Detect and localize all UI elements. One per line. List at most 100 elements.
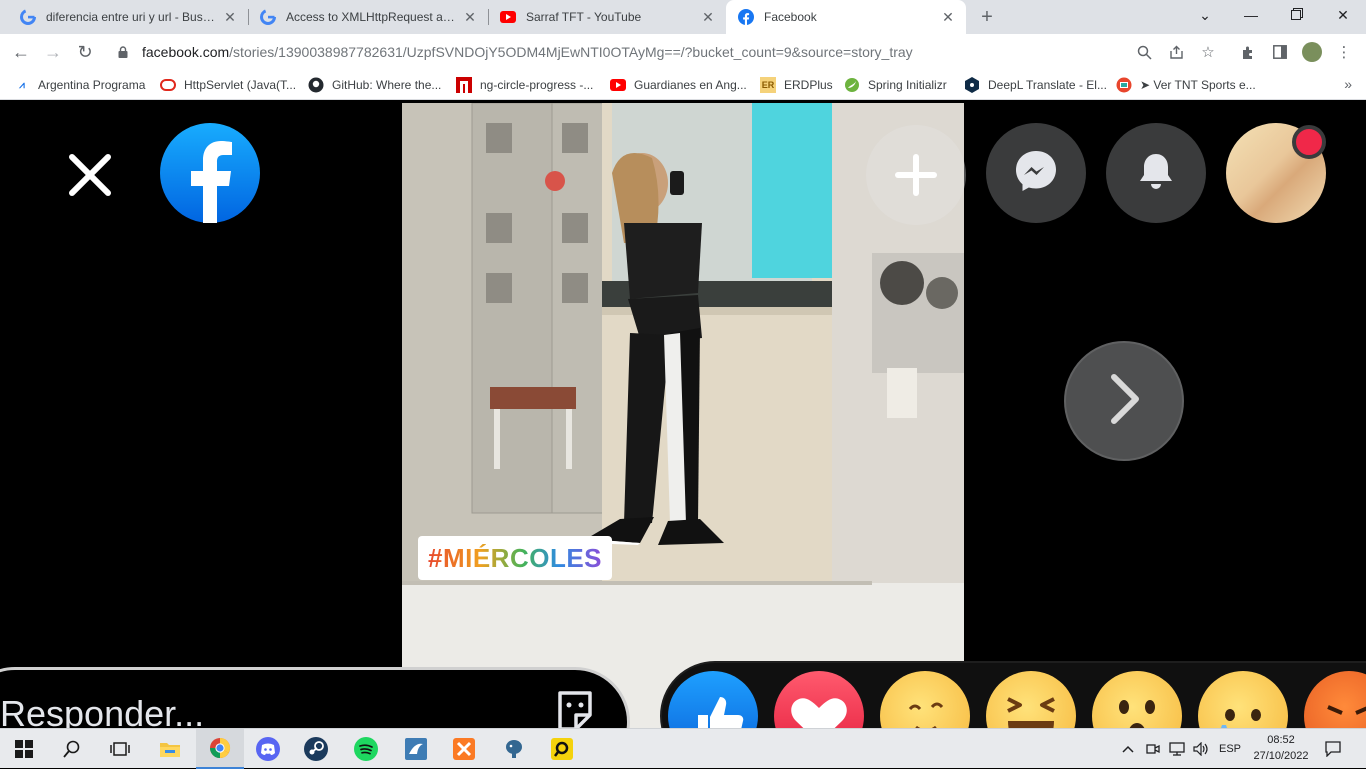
url-path: /stories/1390038987782631/UzpfSVNDOjY5OD…	[229, 44, 913, 60]
extensions-icon[interactable]	[1238, 42, 1258, 62]
oracle-icon	[160, 77, 176, 93]
youtube-icon	[610, 77, 626, 93]
sticker-icon[interactable]	[552, 687, 598, 728]
windows-start-icon[interactable]	[0, 729, 48, 769]
github-icon	[308, 77, 324, 93]
haha-reaction-icon[interactable]	[986, 671, 1076, 728]
tab-facebook[interactable]: Facebook ✕	[726, 0, 966, 34]
steam-icon[interactable]	[292, 729, 340, 769]
sad-reaction-icon[interactable]	[1198, 671, 1288, 728]
address-bar[interactable]: facebook.com /stories/1390038987782631/U…	[106, 38, 1230, 66]
tab-youtube[interactable]: Sarraf TFT - YouTube ✕	[488, 0, 726, 34]
new-tab-button[interactable]: +	[976, 6, 998, 28]
bookmark-ng-circle-progress[interactable]: ng-circle-progress -...	[456, 76, 593, 94]
minimize-icon[interactable]: —	[1228, 0, 1274, 30]
add-story-button[interactable]	[866, 125, 966, 225]
tab-search-icon[interactable]: ⌄	[1182, 0, 1228, 30]
bookmark-github[interactable]: GitHub: Where the...	[308, 76, 441, 94]
bookmarks-bar: ⩘ Argentina Programa HttpServlet (Java(T…	[0, 70, 1366, 100]
network-icon[interactable]	[1166, 729, 1188, 769]
reload-icon[interactable]: ↻	[74, 41, 96, 63]
discord-icon[interactable]	[244, 729, 292, 769]
bookmark-httpservlet[interactable]: HttpServlet (Java(T...	[160, 76, 296, 94]
bookmark-label: ng-circle-progress -...	[480, 78, 594, 92]
story-viewer: #MIÉRCOLES Responder...	[0, 103, 1366, 728]
close-tab-icon[interactable]: ✕	[462, 9, 478, 25]
next-story-button[interactable]	[1064, 341, 1184, 461]
messenger-button[interactable]	[986, 123, 1086, 223]
love-reaction-icon[interactable]	[774, 671, 864, 728]
close-tab-icon[interactable]: ✕	[700, 9, 716, 25]
file-explorer-icon[interactable]	[146, 729, 194, 769]
share-icon[interactable]	[1166, 42, 1186, 62]
tab-title: diferencia entre uri y url - Buscar	[46, 10, 216, 24]
notification-center-icon[interactable]	[1318, 729, 1348, 769]
xampp-icon[interactable]	[440, 729, 488, 769]
bookmark-label: HttpServlet (Java(T...	[184, 78, 297, 92]
notifications-button[interactable]	[1106, 123, 1206, 223]
facebook-logo-icon[interactable]	[160, 123, 260, 223]
care-reaction-icon[interactable]	[880, 671, 970, 728]
forward-arrow-icon[interactable]: →	[42, 41, 64, 63]
like-reaction-icon[interactable]	[668, 671, 758, 728]
messenger-icon	[1013, 148, 1059, 199]
bookmark-label: ERDPlus	[784, 78, 833, 92]
wow-reaction-icon[interactable]	[1092, 671, 1182, 728]
profile-avatar-icon[interactable]	[1302, 42, 1322, 62]
youtube-icon	[500, 9, 516, 25]
bookmark-guardianes[interactable]: Guardianes en Ang...	[610, 76, 747, 94]
clock-date: 27/10/2022	[1253, 750, 1309, 762]
bookmark-star-icon[interactable]: ☆	[1198, 42, 1218, 62]
bookmark-spring-initializr[interactable]: Spring Initializr	[844, 76, 947, 94]
chrome-icon[interactable]	[196, 729, 244, 769]
deepl-icon	[964, 77, 980, 93]
menu-dots-icon[interactable]: ⋮	[1334, 42, 1354, 62]
bookmark-erdplus[interactable]: ER ERDPlus	[760, 76, 833, 94]
tab-title: Facebook	[764, 10, 817, 24]
bookmark-label: Guardianes en Ang...	[634, 78, 747, 92]
more-bookmarks-icon[interactable]: »	[1344, 76, 1352, 92]
mysql-workbench-icon[interactable]	[392, 729, 440, 769]
show-hidden-icons-chevron-icon[interactable]	[1118, 729, 1138, 769]
zoom-icon[interactable]	[1134, 42, 1154, 62]
tnt-sports-icon	[1116, 77, 1132, 93]
lock-icon[interactable]	[116, 46, 130, 58]
tab-search-uri-url[interactable]: diferencia entre uri y url - Buscar ✕	[8, 0, 248, 34]
google-icon	[260, 9, 276, 25]
close-window-icon[interactable]: ✕	[1320, 0, 1366, 30]
clock-time: 08:52	[1267, 734, 1295, 746]
hashtag-text: #MIÉRCOLES	[428, 542, 603, 573]
bookmark-deepl[interactable]: DeepL Translate - El...	[964, 76, 1107, 94]
pgadmin-icon[interactable]	[538, 729, 586, 769]
chevron-right-icon	[1104, 371, 1144, 432]
side-panel-icon[interactable]	[1270, 42, 1290, 62]
postgresql-icon[interactable]	[490, 729, 538, 769]
bell-icon	[1134, 149, 1178, 198]
restore-icon[interactable]	[1274, 0, 1320, 30]
tab-title: Access to XMLHttpRequest at 'ht	[286, 10, 456, 24]
bookmark-label: Argentina Programa	[38, 78, 146, 92]
angry-reaction-icon[interactable]	[1304, 671, 1366, 728]
system-clock[interactable]: 08:52 27/10/2022	[1248, 732, 1314, 764]
notification-badge	[1292, 125, 1326, 159]
back-arrow-icon[interactable]: ←	[10, 41, 32, 63]
chart-icon: ⩘	[19, 79, 25, 91]
close-story-icon[interactable]	[64, 149, 116, 201]
tab-title: Sarraf TFT - YouTube	[526, 10, 642, 24]
task-view-icon[interactable]	[96, 729, 144, 769]
tab-xmlhttprequest[interactable]: Access to XMLHttpRequest at 'ht ✕	[248, 0, 488, 34]
search-icon[interactable]	[48, 729, 96, 769]
spotify-icon[interactable]	[342, 729, 390, 769]
meet-now-icon[interactable]	[1142, 729, 1164, 769]
bookmark-tnt-sports[interactable]: ➤ Ver TNT Sports e...	[1116, 76, 1256, 94]
close-tab-icon[interactable]: ✕	[940, 9, 956, 25]
bookmark-label: Spring Initializr	[868, 78, 947, 92]
bookmark-label: ➤ Ver TNT Sports e...	[1140, 78, 1256, 92]
bookmark-label: DeepL Translate - El...	[988, 78, 1107, 92]
volume-icon[interactable]	[1190, 729, 1212, 769]
close-tab-icon[interactable]: ✕	[222, 9, 238, 25]
input-language[interactable]: ESP	[1214, 729, 1246, 769]
reply-placeholder: Responder...	[0, 693, 205, 728]
url-host: facebook.com	[142, 44, 230, 60]
bookmark-argentina-programa[interactable]: ⩘ Argentina Programa	[14, 76, 145, 94]
